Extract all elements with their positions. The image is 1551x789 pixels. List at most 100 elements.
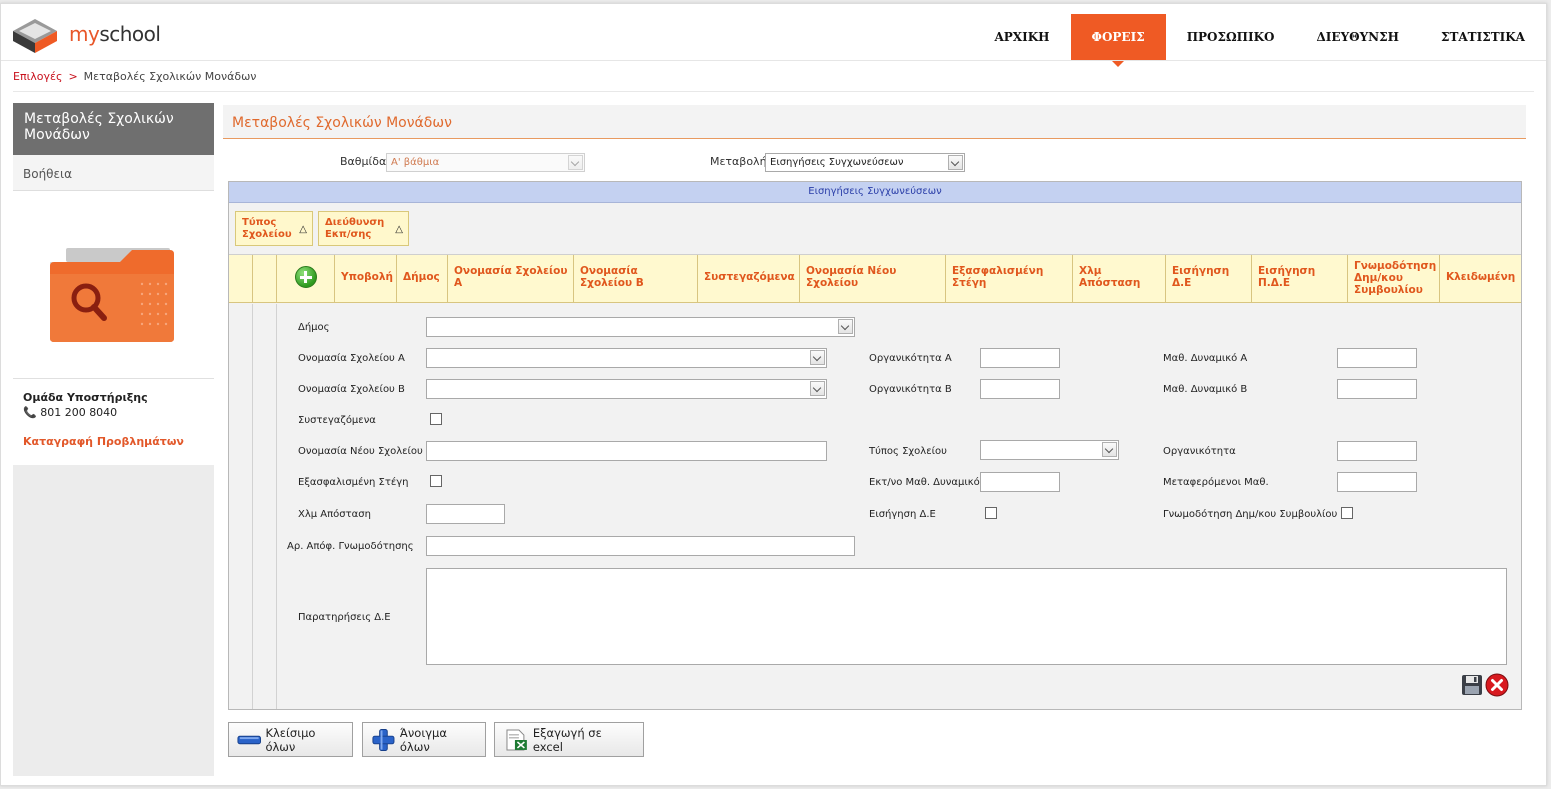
chevron-down-icon[interactable]	[810, 381, 825, 396]
phone-icon: 📞	[23, 406, 37, 419]
new-school-label: Ονομασία Νέου Σχολείου	[298, 446, 423, 457]
report-problems-link[interactable]: Καταγραφή Προβλημάτων	[23, 435, 204, 448]
level-label: Βαθμίδα	[340, 155, 387, 168]
save-icon[interactable]	[1461, 674, 1483, 696]
capacity-a-input[interactable]	[980, 348, 1060, 368]
col-dimos[interactable]: Δήμος	[397, 255, 448, 303]
school-b-label: Ονομασία Σχολείου Β	[298, 384, 405, 395]
capacity-a-label: Οργανικότητα Α	[869, 353, 952, 364]
capacity-b-input[interactable]	[980, 379, 1060, 399]
logo-text-prefix: my	[69, 22, 100, 46]
proposal-de-checkbox[interactable]	[985, 507, 997, 519]
excel-icon	[506, 729, 527, 750]
cancel-icon[interactable]	[1485, 673, 1509, 697]
chevron-down-icon[interactable]	[948, 155, 963, 170]
breadcrumb-root-link[interactable]: Επιλογές	[13, 70, 62, 83]
nav-item-statistics[interactable]: ΣΤΑΤΙΣΤΙΚΑ	[1420, 14, 1546, 60]
col-distance[interactable]: Χλμ Απόσταση	[1073, 255, 1166, 303]
capacity-input[interactable]	[1337, 441, 1417, 461]
logo-text-suffix: school	[99, 22, 161, 46]
group-chip-directorate[interactable]: Διεύθυνση Εκπ/σης △	[318, 211, 409, 246]
sidebar: Μεταβολές Σχολικών Μονάδων Βοήθεια Ομάδα…	[13, 103, 214, 776]
expand-all-label: Άνοιγμα όλων	[399, 725, 447, 754]
chevron-down-icon[interactable]	[1102, 442, 1117, 457]
grid-divider	[276, 304, 277, 709]
sort-triangle-icon: △	[299, 224, 307, 235]
school-a-select[interactable]	[426, 348, 827, 368]
main-nav: ΑΡΧΙΚΗ ΦΟΡΕΙΣ ΠΡΟΣΩΠΙΚΟ ΔΙΕΥΘΥΝΣΗ ΣΤΑΤΙΣ…	[973, 14, 1546, 67]
remarks-label: Παρατηρήσεις Δ.Ε	[298, 612, 391, 623]
co-housed-label: Συστεγαζόμενα	[298, 415, 376, 426]
col-locked[interactable]: Κλειδωμένη	[1440, 255, 1521, 303]
chevron-down-icon	[568, 155, 583, 170]
collapse-all-label: Κλείσιμο όλων	[265, 725, 316, 754]
chevron-down-icon[interactable]	[838, 319, 853, 334]
plus-icon	[372, 728, 395, 751]
col-secured-housing[interactable]: Εξασφαλισμένη Στέγη	[946, 255, 1073, 303]
distance-input[interactable]	[426, 504, 505, 524]
nav-item-personnel[interactable]: ΠΡΟΣΩΠΙΚΟ	[1166, 14, 1296, 60]
export-excel-label: Εξαγωγή σε excel	[532, 725, 602, 754]
header-spacer-1	[229, 255, 253, 303]
nav-item-home[interactable]: ΑΡΧΙΚΗ	[973, 14, 1070, 60]
sidebar-support: Ομάδα Υποστήριξης 📞 801 200 8040 Καταγρα…	[13, 379, 214, 465]
collapse-all-button[interactable]: Κλείσιμο όλων	[228, 722, 353, 757]
school-a-label: Ονομασία Σχολείου Α	[298, 353, 405, 364]
school-type-select[interactable]	[980, 440, 1119, 460]
nav-item-directorate[interactable]: ΔΙΕΥΘΥΝΣΗ	[1296, 14, 1420, 60]
breadcrumb: Επιλογές > Μεταβολές Σχολικών Μονάδων	[13, 70, 256, 83]
breadcrumb-current: Μεταβολές Σχολικών Μονάδων	[83, 70, 257, 83]
breadcrumb-divider	[13, 91, 1534, 92]
support-phone: 801 200 8040	[40, 406, 118, 419]
logo-text[interactable]: myschool	[69, 22, 161, 46]
sidebar-image	[13, 191, 214, 379]
col-co-housed[interactable]: Συστεγαζόμενα	[698, 255, 800, 303]
col-proposal-pde[interactable]: Εισήγηση Π.Δ.Ε	[1252, 255, 1348, 303]
mergers-grid: Εισηγήσεις Συγχωνεύσεων Τύπος Σχολείου △…	[228, 181, 1522, 710]
dimos-select[interactable]	[426, 317, 855, 337]
sidebar-title: Μεταβολές Σχολικών Μονάδων	[13, 103, 214, 155]
grid-caption: Εισηγήσεις Συγχωνεύσεων	[229, 182, 1521, 203]
students-a-input[interactable]	[1337, 348, 1417, 368]
folder-search-icon	[50, 248, 174, 342]
chevron-down-icon[interactable]	[810, 350, 825, 365]
students-b-input[interactable]	[1337, 379, 1417, 399]
council-opinion-checkbox[interactable]	[1341, 507, 1353, 519]
grid-column-header: Υποβολή Δήμος Ονομασία Σχολείου Α Ονομασ…	[229, 255, 1521, 303]
col-council-opinion[interactable]: Γνωμοδότηση Δημ/κου Συμβουλίου	[1348, 255, 1440, 303]
capacity-b-label: Οργανικότητα Β	[869, 384, 952, 395]
group-chip-label: Τύπος Σχολείου	[242, 217, 292, 240]
col-submit[interactable]: Υποβολή	[335, 255, 397, 303]
change-select-value: Εισηγήσεις Συγχωνεύσεων	[770, 157, 904, 168]
new-school-input[interactable]	[426, 441, 827, 461]
estimated-students-input[interactable]	[980, 472, 1060, 492]
transferred-students-input[interactable]	[1337, 472, 1417, 492]
nav-item-foreis[interactable]: ΦΟΡΕΙΣ	[1070, 14, 1166, 67]
page-title: Μεταβολές Σχολικών Μονάδων	[223, 105, 1526, 139]
page: myschool ΑΡΧΙΚΗ ΦΟΡΕΙΣ ΠΡΟΣΩΠΙΚΟ ΔΙΕΥΘΥΝ…	[0, 3, 1547, 786]
header-divider	[1, 60, 1546, 61]
group-by-area: Τύπος Σχολείου △ Διεύθυνση Εκπ/σης △	[229, 203, 1521, 255]
expand-all-button[interactable]: Άνοιγμα όλων	[362, 722, 486, 757]
co-housed-checkbox[interactable]	[430, 413, 442, 425]
myschool-logo-icon[interactable]	[13, 17, 57, 53]
group-chip-label: Διεύθυνση Εκπ/σης	[325, 217, 385, 240]
council-opinion-label: Γνωμοδότηση Δημ/κου Συμβουλίου	[1163, 509, 1338, 520]
group-chip-school-type[interactable]: Τύπος Σχολείου △	[235, 211, 313, 246]
col-school-b[interactable]: Ονομασία Σχολείου Β	[574, 255, 698, 303]
opinion-number-input[interactable]	[426, 536, 855, 556]
export-excel-button[interactable]: Εξαγωγή σε excel	[494, 722, 644, 757]
remarks-textarea[interactable]	[426, 568, 1507, 665]
add-icon[interactable]	[294, 266, 317, 288]
sidebar-help-link[interactable]: Βοήθεια	[13, 155, 214, 191]
secured-housing-checkbox[interactable]	[430, 475, 442, 487]
col-proposal-de[interactable]: Εισήγηση Δ.Ε	[1166, 255, 1252, 303]
sort-triangle-icon: △	[395, 224, 403, 235]
breadcrumb-separator: >	[68, 70, 78, 83]
col-new-school[interactable]: Ονομασία Νέου Σχολείου	[800, 255, 946, 303]
estimated-students-label: Εκτ/νο Μαθ. Δυναμικό	[869, 477, 980, 488]
level-select-value: Α' βάθμια	[391, 157, 440, 168]
col-school-a[interactable]: Ονομασία Σχολείου Α	[448, 255, 574, 303]
school-b-select[interactable]	[426, 379, 827, 399]
change-select[interactable]: Εισηγήσεις Συγχωνεύσεων	[765, 153, 965, 172]
